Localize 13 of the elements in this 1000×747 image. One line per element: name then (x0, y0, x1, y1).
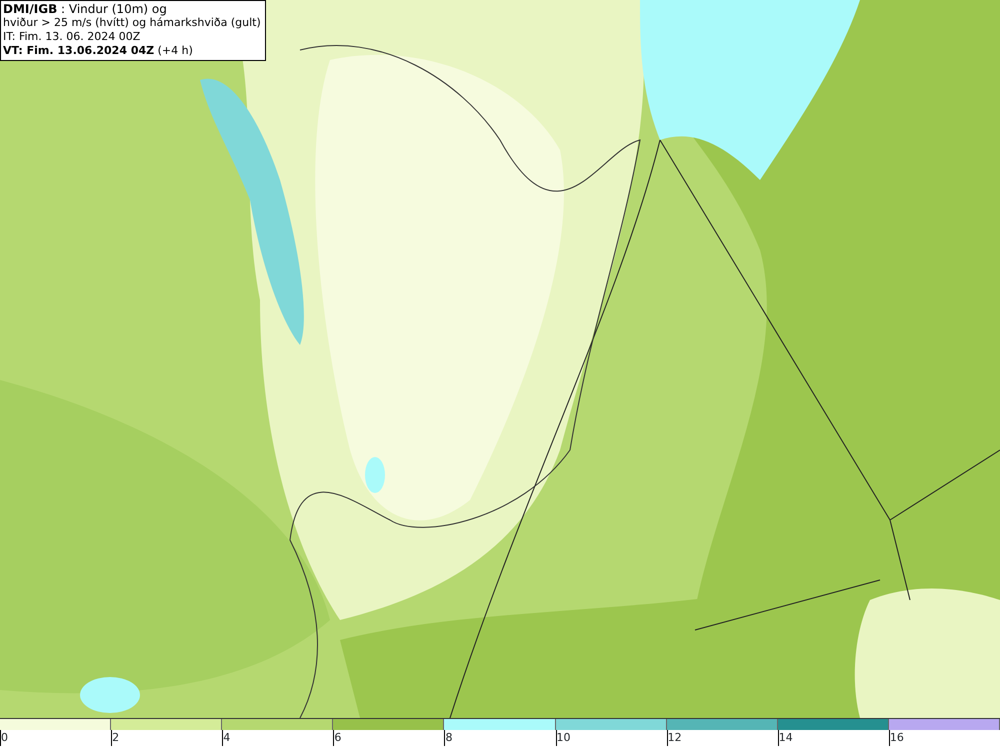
scale-label: 8 (444, 730, 452, 746)
scale-label: 6 (333, 730, 342, 746)
map-info-text: IT: Fim. 13. 06. 2024 00Z (3, 30, 142, 44)
scale-label: 12 (666, 730, 682, 746)
map-title: DMI/IGB : Vindur (10m) og (3, 2, 168, 16)
map-info-text: hviður > 25 m/s (hvítt) og hámarkshviða (gult) (3, 16, 261, 30)
scale-label: 2 (111, 730, 120, 746)
scale-label: 4 (222, 730, 230, 746)
scale-label: 14 (778, 730, 793, 746)
scale-label: 16 (888, 730, 904, 746)
scale-label: 10 (556, 730, 571, 746)
map-info-text: VT: Fim. 13.06.2024 04Z (+4 h) (3, 44, 194, 58)
scale-label: 0 (0, 730, 8, 746)
